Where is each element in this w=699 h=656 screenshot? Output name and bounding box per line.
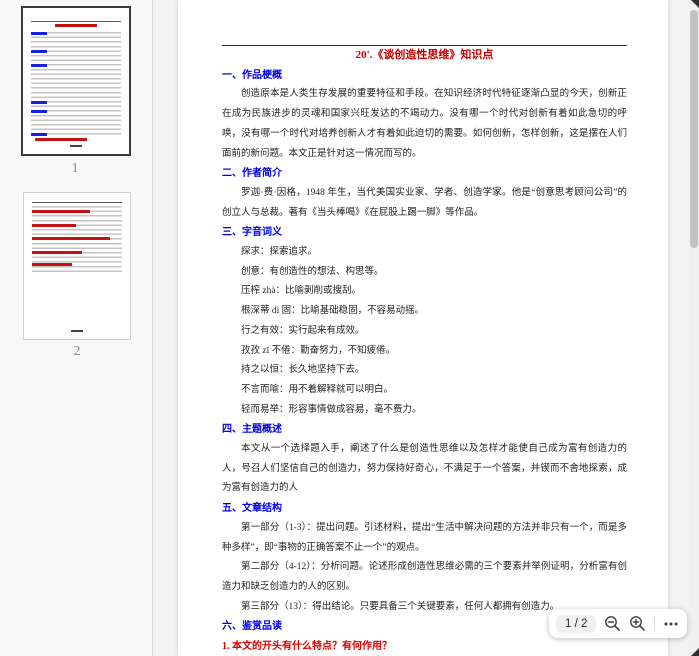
section-heading-3: 三、字音词义 xyxy=(222,223,627,243)
thumb-text-lines xyxy=(31,32,121,138)
vocab-item: 不言而喻：用不着解释就可以明白。 xyxy=(222,381,627,401)
thumb-question-mark xyxy=(32,210,90,213)
thumb-question-mark xyxy=(32,251,82,254)
document-body: 20'.《谈创造性思维》知识点 一、作品梗概 创造原本是人类生存发展的重要特征和… xyxy=(222,0,627,656)
vertical-scrollbar-thumb[interactable] xyxy=(690,10,698,248)
document-title: 20'.《谈创造性思维》知识点 xyxy=(222,46,627,66)
pdf-page-1: 20'.《谈创造性思维》知识点 一、作品梗概 创造原本是人类生存发展的重要特征和… xyxy=(178,0,668,656)
paragraph: 本文从一个选择题入手，阐述了什么是创造性思维以及怎样才能使自己成为富有创造力的人… xyxy=(222,440,627,499)
thumb-title-mark xyxy=(55,24,97,27)
magnifier-minus-icon xyxy=(604,615,621,632)
vocab-item: 探求：探索追求。 xyxy=(222,243,627,263)
more-options-button[interactable] xyxy=(662,613,680,635)
vocab-item: 轻而易举：形容事情做成容易，毫不费力。 xyxy=(222,401,627,421)
toolbar-divider xyxy=(654,616,655,631)
section-heading-2: 二、作者简介 xyxy=(222,164,627,184)
vocab-item: 行之有效：实行起来有成效。 xyxy=(222,322,627,342)
thumb-question-mark xyxy=(35,138,87,141)
page-thumbnail-1[interactable] xyxy=(21,6,131,156)
thumbnail-page-number-2: 2 xyxy=(22,344,132,360)
paragraph: 罗迦·费·因格，1948 年生，当代美国实业家、学者、创造学家。他是“创意思考顾… xyxy=(222,184,627,223)
thumb-header-rule xyxy=(31,21,121,22)
thumb-question-mark xyxy=(32,263,72,266)
paragraph: 第一部分（1-3）：提出问题。引述材料，提出“生活中解决问题的方法并非只有一个，… xyxy=(222,519,627,558)
scrollbar-top-arrow xyxy=(691,0,699,8)
thumb-heading-mark xyxy=(31,110,47,113)
paragraph: 第二部分（4-12）：分析问题。论述形成创造性思维必需的三个要素并举例证明，分析… xyxy=(222,558,627,597)
document-viewport: 20'.《谈创造性思维》知识点 一、作品梗概 创造原本是人类生存发展的重要特征和… xyxy=(153,0,699,656)
page-indicator[interactable]: 1 / 2 xyxy=(556,615,596,633)
vocab-item: 根深蒂 dì 固：比喻基础稳固，不容易动摇。 xyxy=(222,302,627,322)
thumb-question-mark xyxy=(32,224,76,227)
thumbnail-sidebar: 1 2 xyxy=(0,0,153,656)
vocab-item: 压榨 zhà：比喻剥削或搜刮。 xyxy=(222,282,627,302)
thumbnail-page-number-1: 1 xyxy=(20,161,130,177)
thumb-heading-mark xyxy=(31,32,47,35)
vocab-item: 持之以恒：长久地坚持下去。 xyxy=(222,361,627,381)
page-thumbnail-2[interactable] xyxy=(23,192,131,340)
section-heading-5: 五、文章结构 xyxy=(222,499,627,519)
paragraph: 创造原本是人类生存发展的重要特征和手段。在知识经济时代特征逐渐凸显的今天，创新正… xyxy=(222,85,627,164)
thumb-page-footer xyxy=(71,330,83,333)
vertical-scrollbar-track[interactable] xyxy=(689,0,699,656)
section-heading-1: 一、作品梗概 xyxy=(222,66,627,86)
section-heading-4: 四、主题概述 xyxy=(222,420,627,440)
zoom-in-button[interactable] xyxy=(629,613,647,635)
vocab-item: 创意：有创造性的想法、构思等。 xyxy=(222,263,627,283)
thumb-heading-mark xyxy=(31,133,47,136)
magnifier-plus-icon xyxy=(629,615,646,632)
ellipsis-icon xyxy=(663,616,679,632)
vocab-item: 孜孜 zī 不倦：勤奋努力，不知疲倦。 xyxy=(222,342,627,362)
scrollbar-bottom-arrow xyxy=(691,648,699,656)
pdf-floating-toolbar: 1 / 2 xyxy=(549,609,687,638)
thumb-question-mark xyxy=(32,237,110,240)
question-subheading: 1. 本文的开头有什么特点？有何作用？ xyxy=(222,637,627,656)
thumb-page-footer xyxy=(70,145,82,148)
thumb-heading-mark xyxy=(31,50,47,53)
zoom-out-button[interactable] xyxy=(603,613,621,635)
thumb-heading-mark xyxy=(31,101,47,104)
thumb-header-rule xyxy=(32,202,122,203)
thumb-heading-mark xyxy=(31,64,47,67)
